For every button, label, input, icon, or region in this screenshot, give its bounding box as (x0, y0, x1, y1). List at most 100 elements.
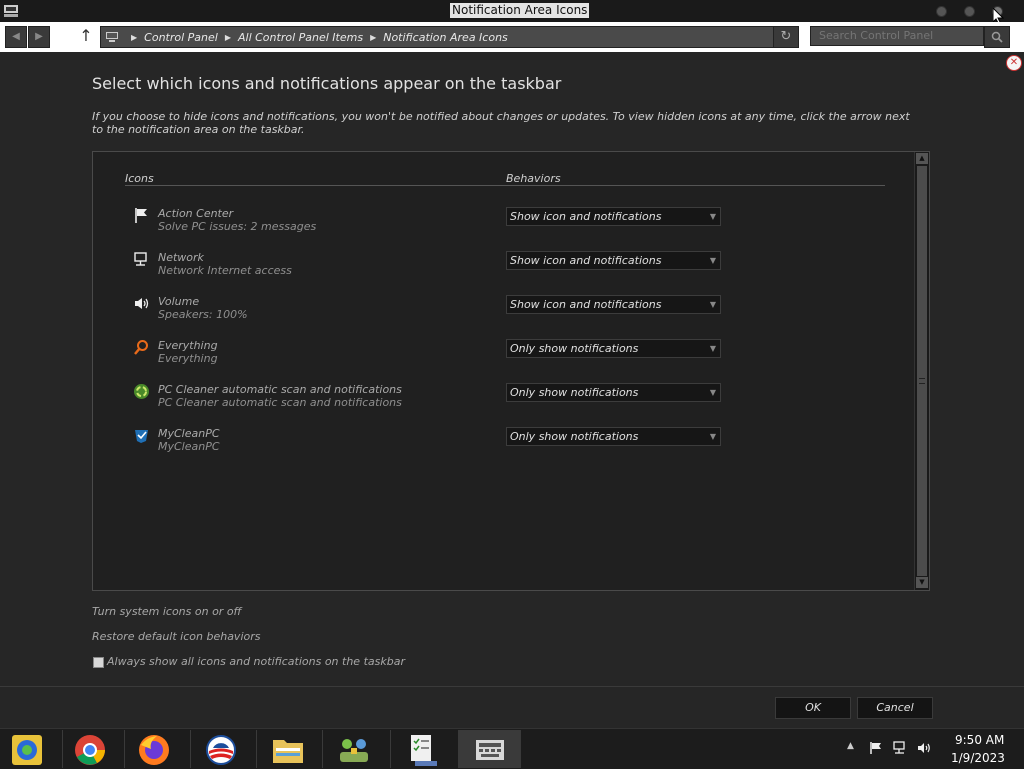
always-show-checkbox[interactable] (93, 657, 104, 668)
list-item: Everything Everything Only show notifica… (93, 339, 893, 379)
list-item: MyCleanPC MyCleanPC Only show notificati… (93, 427, 893, 467)
flag-icon (135, 208, 147, 223)
behavior-dropdown[interactable]: Only show notifications ▼ (506, 383, 721, 402)
row-description: Network Internet access (158, 264, 292, 277)
row-description: Speakers: 100% (158, 308, 248, 321)
taskbar-control-panel-window[interactable] (458, 730, 521, 768)
taskbar-file-explorer[interactable] (256, 730, 319, 768)
row-name: Everything (158, 339, 218, 352)
flag-icon[interactable] (869, 741, 883, 755)
back-button[interactable]: ◀ (5, 26, 27, 48)
behavior-value: Only show notifications (510, 386, 639, 399)
scroll-thumb[interactable] (917, 166, 927, 576)
scroll-grip-icon (919, 378, 925, 384)
chevron-down-icon: ▼ (709, 432, 716, 441)
header-divider (125, 185, 885, 186)
restore-defaults-link[interactable]: Restore default icon behaviors (92, 630, 261, 643)
network-icon[interactable] (893, 741, 907, 755)
chevron-right-icon[interactable]: ▶ (131, 33, 137, 42)
turn-system-icons-link[interactable]: Turn system icons on or off (92, 605, 242, 618)
behavior-value: Only show notifications (510, 342, 639, 355)
computer-icon (106, 32, 118, 42)
breadcrumb[interactable]: ▶ Control Panel ▶ All Control Panel Item… (100, 26, 774, 48)
list-item: PC Cleaner automatic scan and notificati… (93, 383, 893, 423)
title-bar: Notification Area Icons (0, 0, 1024, 25)
chevron-right-icon[interactable]: ▶ (225, 33, 231, 42)
breadcrumb-control-panel[interactable]: Control Panel (144, 31, 218, 44)
chevron-right-icon[interactable]: ▶ (370, 33, 376, 42)
cancel-button[interactable]: Cancel (857, 697, 933, 719)
taskbar-firefox[interactable] (124, 730, 187, 768)
icons-column-header: Icons (125, 172, 154, 185)
row-name: Action Center (158, 207, 234, 220)
behavior-dropdown[interactable]: Show icon and notifications ▼ (506, 207, 721, 226)
search-input[interactable] (810, 26, 984, 46)
always-show-label[interactable]: Always show all icons and notifications … (107, 655, 405, 668)
chevron-down-icon: ▼ (709, 212, 716, 221)
row-description: MyCleanPC (158, 440, 220, 453)
speaker-icon[interactable] (917, 741, 931, 755)
row-name: Network (158, 251, 204, 264)
chevron-down-icon: ▼ (709, 344, 716, 353)
taskbar-control-panel[interactable] (0, 730, 62, 768)
mycleanpc-icon (135, 430, 148, 443)
chevron-down-icon: ▼ (709, 388, 716, 397)
chevron-down-icon: ▼ (709, 300, 716, 309)
minimize-button[interactable] (936, 6, 947, 17)
search-icon (991, 31, 1003, 43)
list-item: Volume Speakers: 100% Show icon and noti… (93, 295, 893, 335)
firefox-icon (139, 735, 169, 765)
show-hidden-icons-button[interactable]: ▲ (847, 741, 854, 751)
close-icon[interactable]: ✕ (1006, 55, 1022, 71)
list-item: Action Center Solve PC issues: 2 message… (93, 207, 893, 247)
forward-button[interactable]: ▶ (28, 26, 50, 48)
vertical-scrollbar[interactable]: ▲ ▼ (914, 152, 929, 590)
row-description: Solve PC issues: 2 messages (158, 220, 317, 233)
behavior-value: Show icon and notifications (510, 254, 662, 267)
behavior-dropdown[interactable]: Only show notifications ▼ (506, 427, 721, 446)
behavior-dropdown[interactable]: Only show notifications ▼ (506, 339, 721, 358)
scroll-down-button[interactable]: ▼ (916, 577, 928, 588)
list-item: Network Network Internet access Show ico… (93, 251, 893, 291)
task-list-icon (411, 735, 437, 766)
window-title: Notification Area Icons (450, 3, 590, 18)
ok-button[interactable]: OK (775, 697, 851, 719)
network-share-icon (340, 739, 368, 762)
magnifier-icon (134, 340, 148, 355)
breadcrumb-all-items[interactable]: All Control Panel Items (238, 31, 363, 44)
clock-time[interactable]: 9:50 AM (955, 733, 1004, 747)
up-button[interactable]: ↑ (78, 25, 94, 47)
behavior-dropdown[interactable]: Show icon and notifications ▼ (506, 295, 721, 314)
row-name: Volume (158, 295, 200, 308)
page-description: If you choose to hide icons and notifica… (92, 110, 910, 136)
breadcrumb-notification-area-icons[interactable]: Notification Area Icons (383, 31, 508, 44)
maximize-button[interactable] (964, 6, 975, 17)
clock-date[interactable]: 1/9/2023 (951, 751, 1005, 765)
speaker-icon (135, 298, 149, 309)
row-name: MyCleanPC (158, 427, 220, 440)
taskbar-network-share[interactable] (322, 730, 385, 768)
refresh-button[interactable]: ↻ (773, 26, 799, 48)
obama-logo-icon (206, 735, 236, 765)
search-button[interactable] (984, 26, 1010, 48)
icon-behavior-list: Icons Behaviors Action Center Solve PC i… (92, 151, 930, 591)
taskbar-obama[interactable] (190, 730, 253, 768)
behaviors-column-header: Behaviors (506, 172, 561, 185)
behavior-dropdown[interactable]: Show icon and notifications ▼ (506, 251, 721, 270)
window-system-icon[interactable] (4, 5, 18, 17)
behavior-value: Show icon and notifications (510, 298, 662, 311)
row-name: PC Cleaner automatic scan and notificati… (158, 383, 402, 396)
pc-cleaner-icon (134, 384, 149, 399)
behavior-value: Only show notifications (510, 430, 639, 443)
row-description: PC Cleaner automatic scan and notificati… (158, 396, 402, 409)
chevron-down-icon: ▼ (709, 256, 716, 265)
network-icon (134, 252, 147, 266)
scroll-up-button[interactable]: ▲ (916, 153, 928, 164)
file-explorer-icon (273, 740, 303, 763)
taskbar-task-list[interactable] (390, 730, 453, 768)
chrome-icon (75, 735, 105, 765)
page-title: Select which icons and notifications app… (92, 74, 562, 93)
address-bar: ◀ ▶ ↑ ▶ Control Panel ▶ All Control Pane… (0, 22, 1024, 52)
control-panel-icon (12, 735, 42, 765)
taskbar-chrome[interactable] (62, 730, 125, 768)
